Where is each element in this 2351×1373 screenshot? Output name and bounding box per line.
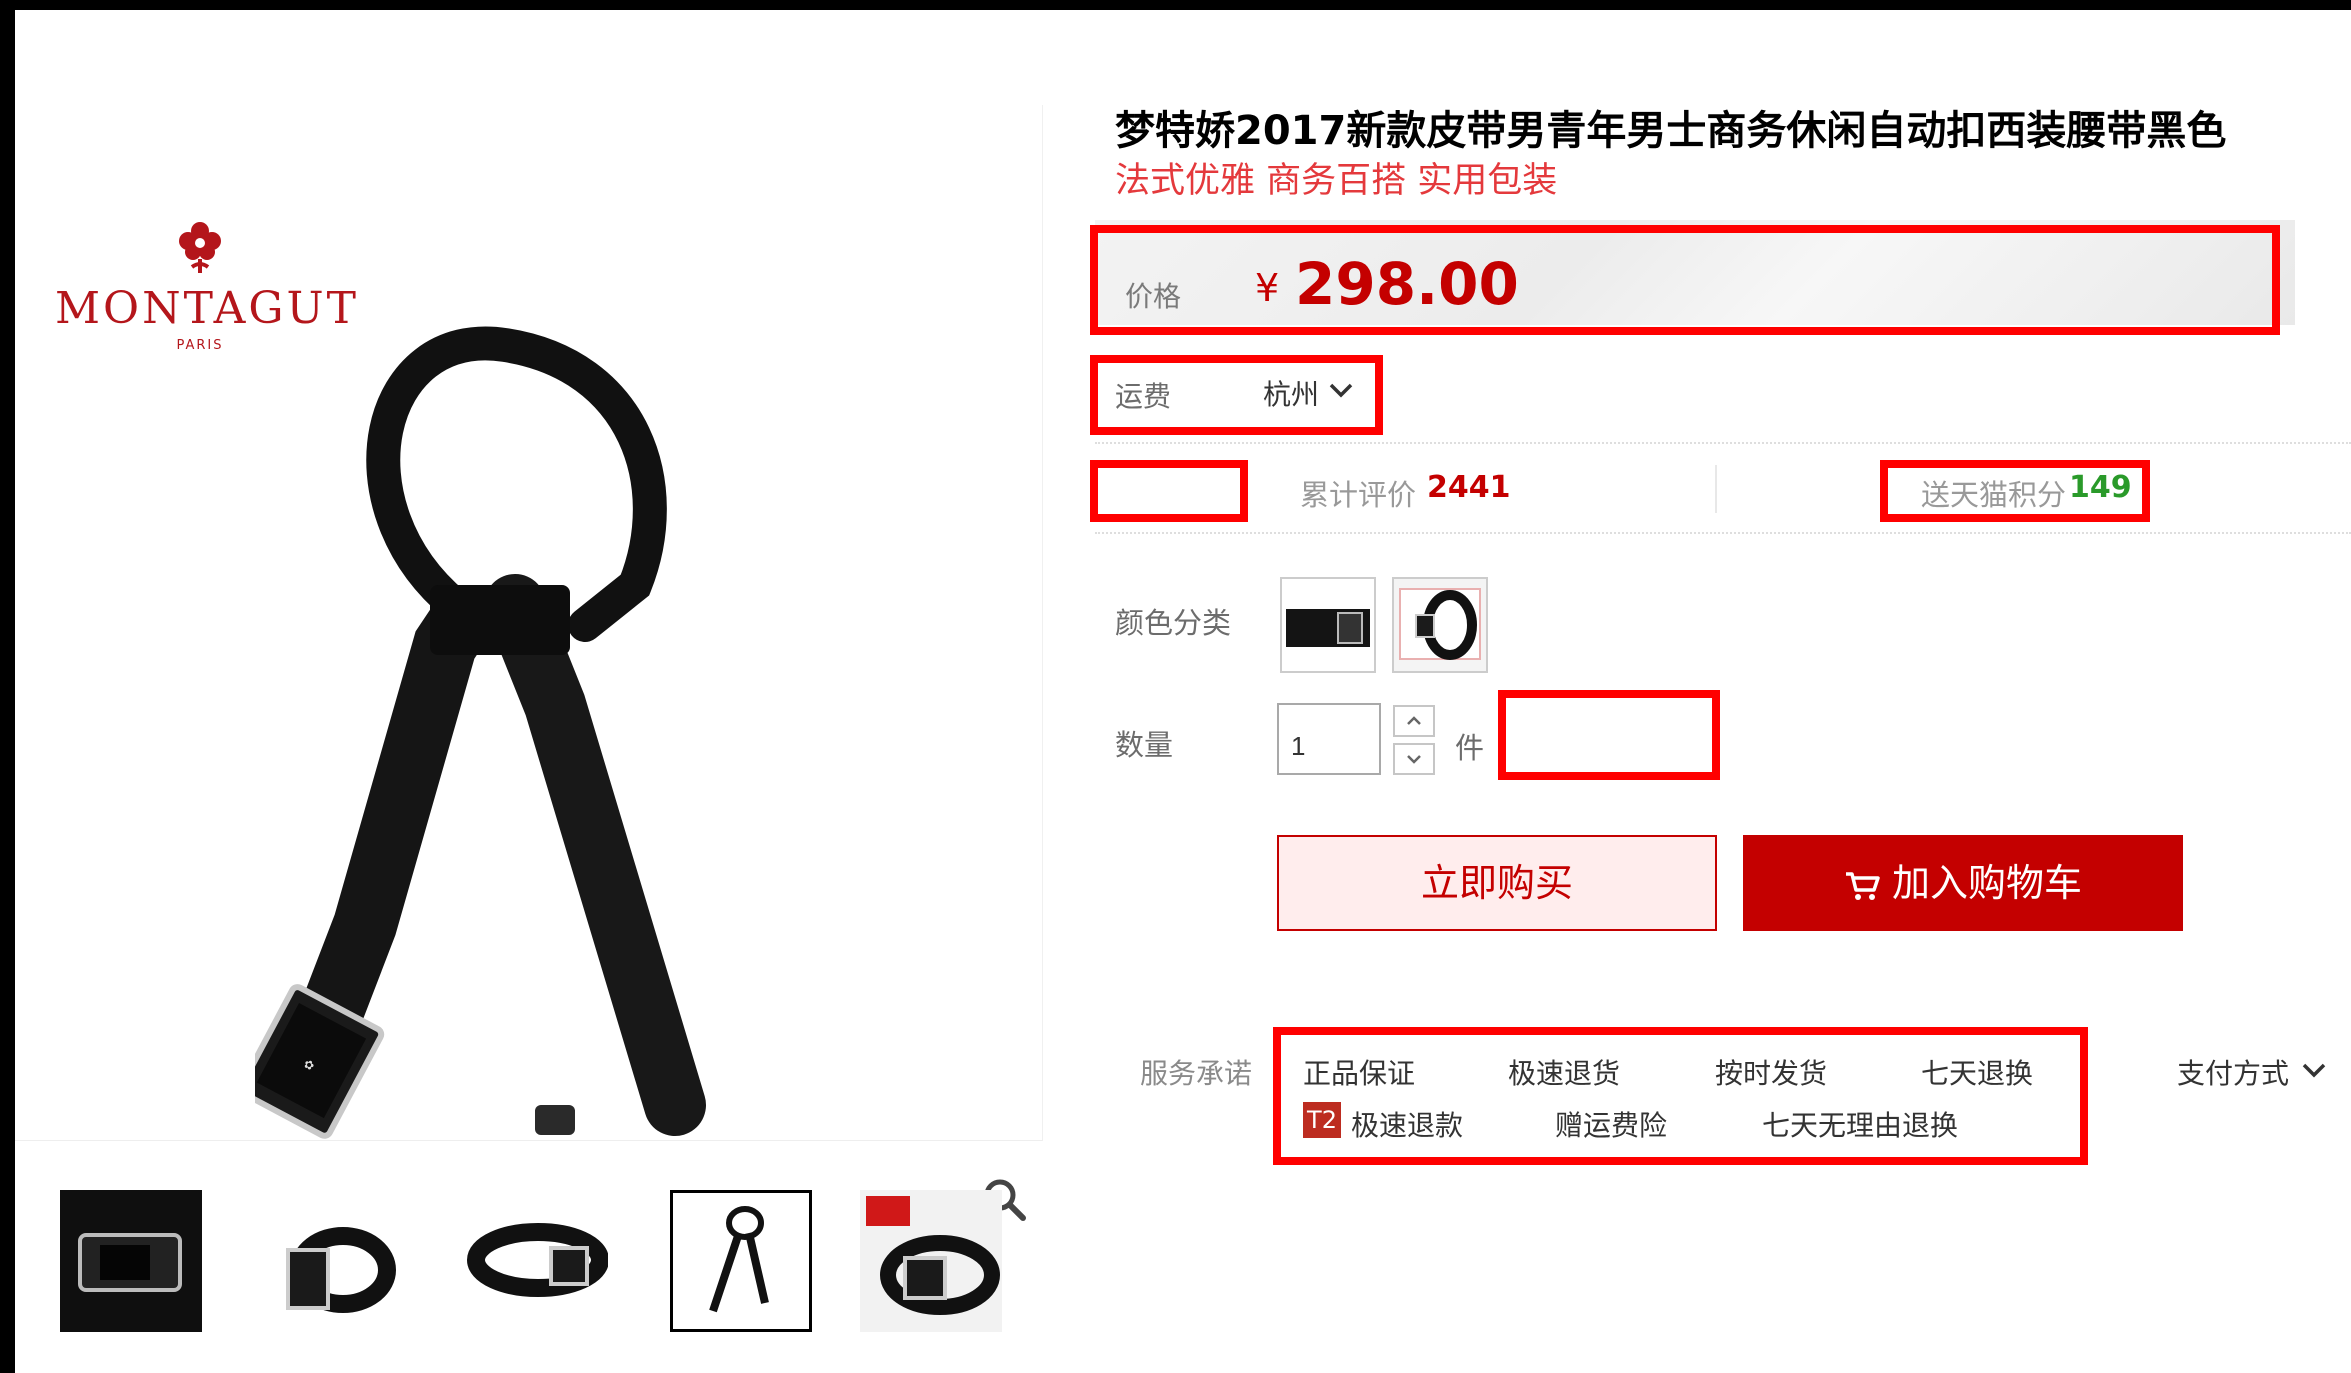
payment-methods-link[interactable]: 支付方式 bbox=[2177, 1052, 2289, 1092]
quantity-unit: 件 bbox=[1455, 731, 1485, 765]
chevron-down-icon[interactable] bbox=[2300, 1058, 2328, 1082]
add-to-cart-button[interactable]: 加入购物车 bbox=[1743, 835, 2183, 931]
service-label: 服务承诺 bbox=[1140, 1057, 1253, 1090]
product-subtitle: 法式优雅 商务百搭 实用包装 bbox=[1115, 161, 1558, 201]
color-swatch-gift-box[interactable] bbox=[1392, 577, 1488, 673]
highlight-box-stock bbox=[1498, 690, 1720, 780]
add-to-cart-label: 加入购物车 bbox=[1891, 861, 2082, 905]
review-count[interactable]: 2441 bbox=[1427, 470, 1511, 505]
shopping-cart-icon bbox=[1845, 871, 1880, 900]
highlight-box-price bbox=[1090, 225, 2280, 335]
thumbnail-5[interactable] bbox=[860, 1190, 1002, 1332]
thumbnail-3[interactable] bbox=[466, 1190, 608, 1332]
product-page: MONTAGUT PARIS ✿ 梦特娇2017新款皮带男青年男士商务休闲自动扣… bbox=[15, 10, 2351, 1373]
quantity-decrease-button[interactable] bbox=[1393, 743, 1435, 775]
thumbnail-4-selected[interactable] bbox=[670, 1190, 812, 1332]
chevron-down-icon bbox=[1407, 755, 1421, 764]
divider-top bbox=[1095, 442, 2351, 444]
highlight-box-shipping bbox=[1090, 355, 1383, 435]
highlight-box-points bbox=[1880, 460, 2150, 522]
buy-now-button[interactable]: 立即购买 bbox=[1277, 835, 1717, 931]
stats-separator bbox=[1715, 465, 1717, 513]
color-swatch-black-belt[interactable] bbox=[1280, 577, 1376, 673]
product-title: 梦特娇2017新款皮带男青年男士商务休闲自动扣西装腰带黑色 bbox=[1115, 108, 2227, 154]
highlight-box-sales bbox=[1090, 460, 1248, 522]
quantity-input[interactable]: 1 bbox=[1277, 703, 1381, 775]
highlight-box-services bbox=[1273, 1027, 2088, 1165]
thumbnail-1[interactable] bbox=[60, 1190, 202, 1332]
flower-logo-icon bbox=[179, 222, 221, 273]
thumbnail-2[interactable] bbox=[263, 1190, 405, 1332]
divider-bottom bbox=[1095, 532, 2351, 534]
main-product-image[interactable]: MONTAGUT PARIS ✿ bbox=[15, 105, 1043, 1221]
review-label: 累计评价 bbox=[1300, 478, 1417, 512]
color-label: 颜色分类 bbox=[1115, 606, 1232, 640]
quantity-increase-button[interactable] bbox=[1393, 705, 1435, 737]
quantity-label: 数量 bbox=[1115, 728, 1174, 762]
belt-product-photo: ✿ bbox=[255, 326, 706, 1139]
chevron-up-icon bbox=[1407, 716, 1421, 725]
